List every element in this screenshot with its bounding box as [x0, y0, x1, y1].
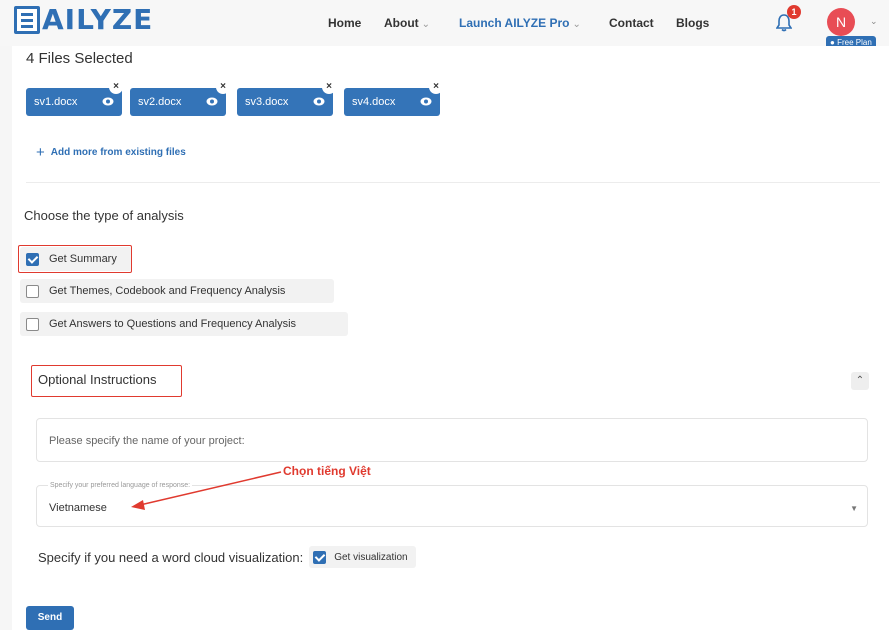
section-divider [26, 182, 880, 183]
nav-blogs[interactable]: Blogs [676, 16, 709, 30]
top-navbar: AILYZE Home About ⌄ Launch AILYZE Pro ⌄ Co… [0, 0, 889, 50]
analysis-type-title: Choose the type of analysis [24, 208, 184, 223]
send-button[interactable]: Send [26, 606, 74, 630]
file-chip[interactable]: sv1.docx [26, 88, 122, 116]
files-selected-title: 4 Files Selected [26, 50, 133, 67]
highlight-box [31, 365, 182, 397]
highlight-box [18, 245, 132, 273]
wordcloud-label: Specify if you need a word cloud visuali… [38, 549, 304, 565]
add-more-files-link[interactable]: + Add more from existing files [36, 144, 186, 161]
file-chip-label: sv4.docx [352, 96, 396, 108]
file-chip[interactable]: sv2.docx [130, 88, 226, 116]
wordcloud-option-label: Get visualization [334, 551, 408, 563]
nav-contact[interactable]: Contact [609, 16, 654, 30]
file-chip[interactable]: sv4.docx [344, 88, 440, 116]
project-name-placeholder: Please specify the name of your project: [49, 435, 245, 447]
avatar[interactable]: N [827, 8, 855, 36]
option-get-answers[interactable]: Get Answers to Questions and Frequency A… [26, 316, 296, 332]
eye-icon[interactable] [206, 97, 218, 106]
add-more-label: Add more from existing files [50, 147, 186, 158]
checkbox[interactable] [26, 284, 39, 298]
nav-about-label: About [384, 16, 419, 30]
file-chip-label: sv1.docx [34, 96, 78, 108]
dropdown-arrow-icon: ▼ [850, 504, 858, 513]
nav-home[interactable]: Home [328, 16, 361, 30]
nav-launch-pro[interactable]: Launch AILYZE Pro ⌄ [459, 16, 581, 30]
annotation-text: Chọn tiếng Việt [283, 464, 371, 478]
project-name-field[interactable]: Please specify the name of your project: [36, 418, 868, 462]
chevron-down-icon: ⌄ [421, 19, 431, 30]
remove-file-button[interactable]: × [429, 80, 443, 94]
logo-document-icon [14, 6, 40, 34]
notification-badge: 1 [787, 5, 801, 19]
nav-about[interactable]: About ⌄ [384, 16, 430, 30]
plus-icon: + [36, 144, 45, 161]
brand-logo[interactable]: AILYZE [14, 6, 153, 34]
logo-text: AILYZE [42, 3, 154, 36]
wordcloud-checkbox[interactable]: Get visualization [309, 546, 416, 568]
nav-blogs-label: Blogs [676, 16, 710, 30]
remove-file-button[interactable]: × [109, 80, 123, 94]
language-select-value: Vietnamese [49, 502, 107, 514]
remove-file-button[interactable]: × [322, 80, 336, 94]
option-label: Get Answers to Questions and Frequency A… [49, 318, 297, 330]
nav-home-label: Home [328, 16, 362, 30]
nav-launch-pro-label: Launch AILYZE Pro [459, 16, 570, 30]
file-chip-label: sv2.docx [138, 96, 182, 108]
eye-icon[interactable] [313, 97, 325, 106]
checkbox[interactable] [26, 317, 39, 331]
chevron-up-icon[interactable]: ⌃ [851, 372, 869, 390]
language-select[interactable]: Specify your preferred language of respo… [36, 482, 868, 527]
chevron-down-icon[interactable]: ⌄ [870, 16, 878, 27]
wordcloud-row: Specify if you need a word cloud visuali… [38, 546, 416, 568]
nav-contact-label: Contact [609, 16, 654, 30]
option-get-themes[interactable]: Get Themes, Codebook and Frequency Analy… [26, 283, 285, 299]
option-label: Get Themes, Codebook and Frequency Analy… [49, 285, 286, 297]
language-select-label: Specify your preferred language of respo… [48, 482, 193, 489]
file-chip-label: sv3.docx [245, 96, 289, 108]
remove-file-button[interactable]: × [216, 80, 230, 94]
file-chip[interactable]: sv3.docx [237, 88, 333, 116]
eye-icon[interactable] [420, 97, 432, 106]
eye-icon[interactable] [102, 97, 114, 106]
checkbox-checked[interactable] [313, 550, 327, 564]
main-panel [12, 46, 889, 630]
chevron-down-icon: ⌄ [572, 19, 581, 30]
